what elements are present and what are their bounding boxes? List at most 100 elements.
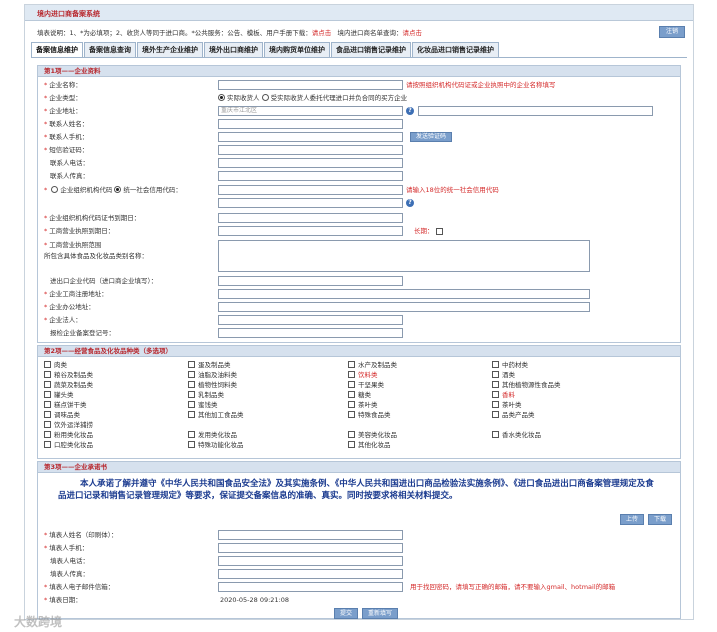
logout-button[interactable]: 注销 [658,26,685,38]
category-checkbox[interactable] [492,391,499,398]
address-detail-input[interactable] [418,106,653,116]
send-code-button[interactable]: 发送验证码 [410,132,453,142]
category-checkbox[interactable] [492,361,499,368]
query-link[interactable]: 请点击 [402,29,422,37]
filler-fax-input[interactable] [218,569,403,579]
category-item[interactable]: 粉用类化妆品 [44,430,93,440]
category-checkbox[interactable] [492,431,499,438]
business-scope-textarea[interactable] [218,240,590,272]
long-term-checkbox[interactable] [436,228,443,235]
category-checkbox[interactable] [348,411,355,418]
category-item[interactable]: 其他化妆品 [348,440,391,450]
category-item[interactable]: 干坚果类 [348,380,384,390]
category-item[interactable]: 其他植物源性食品类 [492,380,561,390]
upload-button[interactable]: 上传 [619,514,644,525]
category-checkbox[interactable] [44,381,51,388]
category-item[interactable]: 水产及制品类 [348,360,397,370]
reg-address-input[interactable] [218,289,590,299]
category-checkbox[interactable] [348,391,355,398]
category-item[interactable]: 调味品类 [44,410,80,420]
category-item[interactable]: 蛋及制品类 [188,360,231,370]
category-checkbox[interactable] [492,401,499,408]
tab-foreign-producer[interactable]: 境外生产企业维护 [137,42,203,57]
category-item[interactable]: 饮外运洋捕捞 [44,420,93,430]
category-item[interactable]: 蜜饯类 [188,400,218,410]
category-checkbox[interactable] [348,381,355,388]
address-select[interactable]: 重庆市江北区 [218,106,403,116]
category-checkbox[interactable] [188,431,195,438]
category-item[interactable]: 香水类化妆品 [492,430,541,440]
credit-code-input[interactable] [218,185,403,195]
category-item[interactable]: 特殊功能化妆品 [188,440,244,450]
category-checkbox[interactable] [348,431,355,438]
category-checkbox[interactable] [492,381,499,388]
category-item[interactable]: 茶叶类 [348,400,378,410]
download-button[interactable]: 下载 [647,514,672,525]
tab-cosmetic-sales-record[interactable]: 化妆品进口销售记录维护 [412,42,499,57]
category-item[interactable]: 蔬菜及制品类 [44,380,93,390]
category-checkbox[interactable] [348,441,355,448]
tab-filing-query[interactable]: 备案信息查询 [84,42,136,57]
category-checkbox[interactable] [492,411,499,418]
category-checkbox[interactable] [188,401,195,408]
contact-name-input[interactable] [218,119,403,129]
legal-rep-input[interactable] [218,315,403,325]
category-checkbox[interactable] [348,401,355,408]
credit-code-extra-input[interactable] [218,198,403,208]
category-checkbox[interactable] [44,441,51,448]
category-item[interactable]: 中药材类 [492,360,528,370]
filler-email-input[interactable] [218,582,403,592]
download-link[interactable]: 请点击 [312,29,332,37]
category-checkbox[interactable] [188,381,195,388]
contact-fax-input[interactable] [218,171,403,181]
category-checkbox[interactable] [348,361,355,368]
filing-no-input[interactable] [218,328,403,338]
category-checkbox[interactable] [44,361,51,368]
category-item[interactable]: 肉类 [44,360,67,370]
category-checkbox[interactable] [44,431,51,438]
category-item[interactable]: 茶叶类 [492,400,522,410]
filler-name-input[interactable] [218,530,403,540]
category-checkbox[interactable] [44,401,51,408]
type-agent-radio[interactable] [261,94,269,101]
org-cert-date-input[interactable] [218,213,403,223]
category-item[interactable]: 罐头类 [44,390,74,400]
contact-phone-input[interactable] [218,132,403,142]
category-checkbox[interactable] [188,441,195,448]
help-icon[interactable]: ? [406,107,414,115]
category-item[interactable]: 粮谷及制品类 [44,370,93,380]
category-item[interactable]: 植物性饲料类 [188,380,237,390]
category-item[interactable]: 品类产品类 [492,410,535,420]
tab-foreign-exporter[interactable]: 境外出口商维护 [204,42,263,57]
category-checkbox[interactable] [44,391,51,398]
reset-button[interactable]: 重新填写 [362,608,399,619]
org-code-radio[interactable] [51,186,59,193]
office-address-input[interactable] [218,302,590,312]
category-checkbox[interactable] [188,371,195,378]
category-item[interactable]: 特殊食品类 [348,410,391,420]
category-item[interactable]: 油脂及油料类 [188,370,237,380]
category-item[interactable]: 发用类化妆品 [188,430,237,440]
filler-phone-input[interactable] [218,543,403,553]
category-checkbox[interactable] [188,391,195,398]
contact-tel-input[interactable] [218,158,403,168]
ie-code-input[interactable] [218,276,403,286]
company-name-input[interactable] [218,80,403,90]
category-checkbox[interactable] [188,411,195,418]
category-checkbox[interactable] [348,371,355,378]
sms-code-input[interactable] [218,145,403,155]
category-checkbox[interactable] [44,411,51,418]
credit-code-radio[interactable] [114,186,122,193]
type-actual-consignee-radio[interactable] [218,94,225,101]
help-icon-credit[interactable]: ? [406,199,414,207]
filler-tel-input[interactable] [218,556,403,566]
category-item[interactable]: 口腔类化妆品 [44,440,93,450]
category-item[interactable]: 美容类化妆品 [348,430,397,440]
category-item[interactable]: 酒类 [492,370,515,380]
tab-food-sales-record[interactable]: 食品进口销售记录维护 [331,42,411,57]
category-item[interactable]: 饮料类 [348,370,378,380]
submit-button[interactable]: 提交 [334,608,359,619]
category-checkbox[interactable] [492,371,499,378]
tab-domestic-buyer[interactable]: 境内购货单位维护 [264,42,330,57]
category-item[interactable]: 香料 [492,390,515,400]
